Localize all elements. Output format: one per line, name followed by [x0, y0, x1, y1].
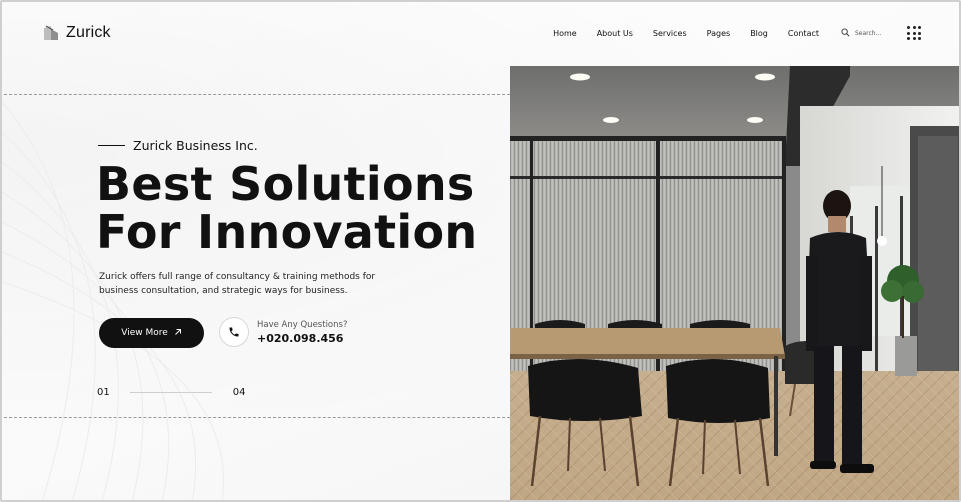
grid-menu-icon[interactable]	[907, 26, 921, 40]
headline-line-2: For Innovation	[96, 205, 478, 259]
search-box	[841, 24, 895, 42]
hero-image	[510, 66, 959, 500]
guide-line-top	[4, 94, 510, 95]
pager-total[interactable]: 04	[233, 387, 246, 398]
eyebrow: Zurick Business Inc.	[98, 138, 258, 153]
phone-label: Have Any Questions?	[257, 319, 348, 330]
nav-contact[interactable]: Contact	[778, 29, 829, 38]
hero-description: Zurick offers full range of consultancy …	[99, 272, 376, 296]
guide-line-bottom	[4, 417, 510, 418]
brand-name: Zurick	[66, 24, 111, 41]
phone-text: Have Any Questions? +020.098.456	[257, 320, 347, 345]
search-icon[interactable]	[841, 24, 850, 42]
eyebrow-line	[98, 145, 125, 146]
view-more-label: View More	[121, 328, 168, 338]
page-frame: Zurick Home About Us Services Pages Blog…	[0, 0, 961, 502]
arrow-up-right-icon	[174, 328, 182, 339]
phone-number[interactable]: +020.098.456	[257, 332, 347, 345]
nav-services[interactable]: Services	[643, 29, 697, 38]
site-header: Zurick Home About Us Services Pages Blog…	[2, 2, 959, 64]
nav-pages[interactable]: Pages	[697, 29, 741, 38]
hero-headline: Best Solutions For Innovation	[96, 160, 477, 256]
pager-current[interactable]: 01	[97, 387, 110, 398]
eyebrow-text: Zurick Business Inc.	[133, 138, 258, 153]
pager-track[interactable]	[129, 392, 212, 393]
nav-home[interactable]: Home	[543, 29, 587, 38]
search-input[interactable]	[855, 29, 895, 37]
headline-line-1: Best Solutions	[96, 157, 475, 211]
logo-mark-icon	[42, 24, 60, 42]
view-more-button[interactable]: View More	[99, 318, 204, 348]
logo[interactable]: Zurick	[42, 24, 111, 42]
slider-pager: 01 04	[97, 387, 245, 398]
phone-icon[interactable]	[219, 317, 249, 347]
nav-about-us[interactable]: About Us	[587, 29, 643, 38]
main-nav: Home About Us Services Pages Blog Contac…	[543, 29, 829, 38]
office-scene	[510, 66, 959, 500]
contact-phone: Have Any Questions? +020.098.456	[219, 317, 347, 347]
nav-blog[interactable]: Blog	[740, 29, 778, 38]
